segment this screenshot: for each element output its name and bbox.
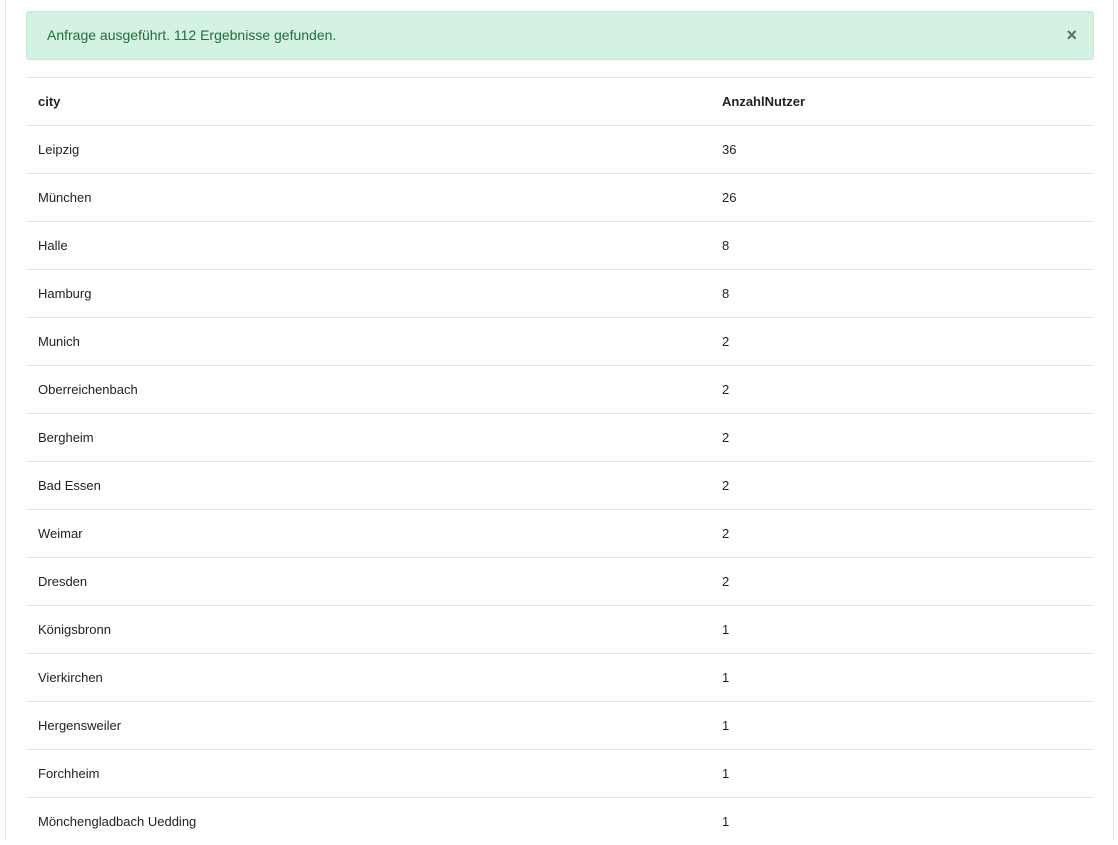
cell-anzahlnutzer: 2 [710,462,1094,510]
table-row: Forchheim 1 [26,750,1094,798]
table-row: Hergensweiler 1 [26,702,1094,750]
table-row: München 26 [26,174,1094,222]
cell-anzahlnutzer: 2 [710,558,1094,606]
cell-anzahlnutzer: 2 [710,414,1094,462]
cell-anzahlnutzer: 2 [710,510,1094,558]
cell-city: Mönchengladbach Uedding [26,798,710,845]
cell-city: München [26,174,710,222]
table-row: Königsbronn 1 [26,606,1094,654]
cell-anzahlnutzer: 1 [710,654,1094,702]
table-row: Halle 8 [26,222,1094,270]
cell-city: Leipzig [26,126,710,174]
table-row: Mönchengladbach Uedding 1 [26,798,1094,845]
table-row: Leipzig 36 [26,126,1094,174]
results-table: city AnzahlNutzer Leipzig 36 München 26 … [26,77,1094,845]
column-header-anzahlnutzer[interactable]: AnzahlNutzer [710,78,1094,126]
cell-city: Forchheim [26,750,710,798]
cell-anzahlnutzer: 2 [710,366,1094,414]
cell-city: Bergheim [26,414,710,462]
cell-anzahlnutzer: 8 [710,270,1094,318]
cell-city: Halle [26,222,710,270]
page-container: Anfrage ausgeführt. 112 Ergebnisse gefun… [5,0,1114,840]
column-header-city[interactable]: city [26,78,710,126]
table-row: Bergheim 2 [26,414,1094,462]
table-row: Oberreichenbach 2 [26,366,1094,414]
table-row: Dresden 2 [26,558,1094,606]
cell-anzahlnutzer: 2 [710,318,1094,366]
alert-message: Anfrage ausgeführt. 112 Ergebnisse gefun… [47,27,336,43]
table-row: Bad Essen 2 [26,462,1094,510]
cell-anzahlnutzer: 36 [710,126,1094,174]
cell-anzahlnutzer: 8 [710,222,1094,270]
table-row: Vierkirchen 1 [26,654,1094,702]
cell-city: Oberreichenbach [26,366,710,414]
success-alert: Anfrage ausgeführt. 112 Ergebnisse gefun… [26,11,1094,60]
cell-city: Weimar [26,510,710,558]
cell-anzahlnutzer: 1 [710,798,1094,845]
table-row: Munich 2 [26,318,1094,366]
cell-city: Hamburg [26,270,710,318]
cell-city: Vierkirchen [26,654,710,702]
cell-anzahlnutzer: 1 [710,750,1094,798]
cell-anzahlnutzer: 1 [710,702,1094,750]
table-header-row: city AnzahlNutzer [26,78,1094,126]
table-row: Weimar 2 [26,510,1094,558]
cell-city: Hergensweiler [26,702,710,750]
cell-city: Königsbronn [26,606,710,654]
cell-city: Dresden [26,558,710,606]
cell-city: Munich [26,318,710,366]
cell-anzahlnutzer: 1 [710,606,1094,654]
table-row: Hamburg 8 [26,270,1094,318]
cell-anzahlnutzer: 26 [710,174,1094,222]
close-icon[interactable]: × [1066,12,1077,59]
cell-city: Bad Essen [26,462,710,510]
